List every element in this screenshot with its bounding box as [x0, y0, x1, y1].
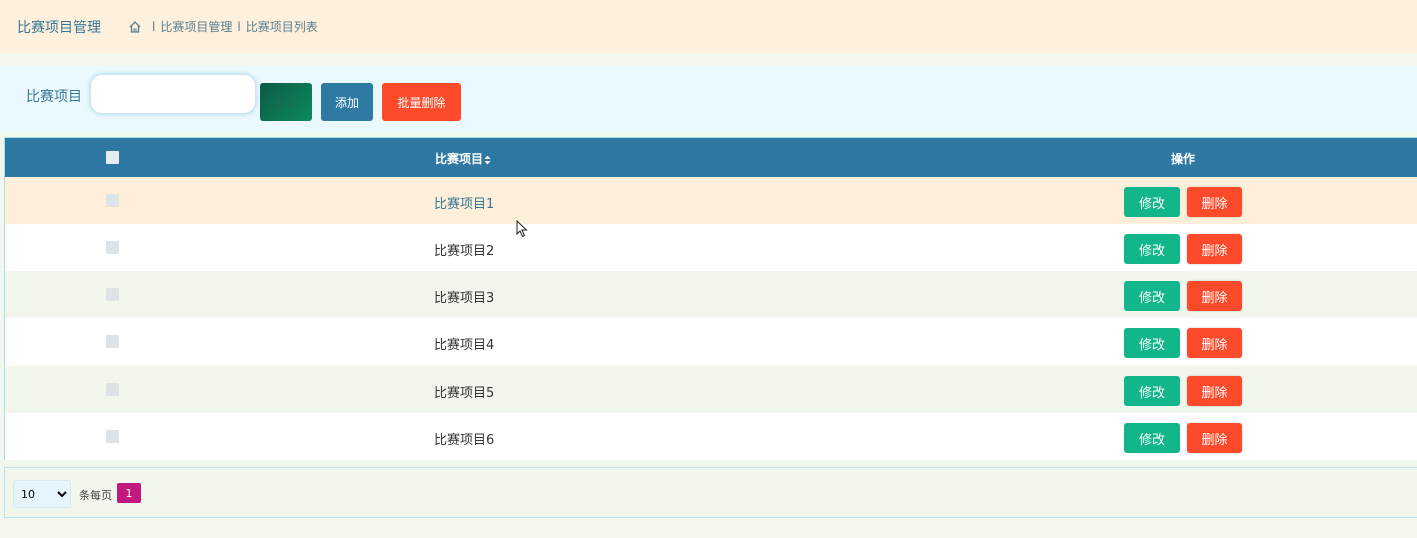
- row-name: 比赛项目5: [434, 386, 495, 401]
- delete-button[interactable]: 删除: [1187, 328, 1242, 358]
- search-input[interactable]: [90, 74, 256, 114]
- row-name: 比赛项目4: [434, 338, 495, 353]
- delete-button[interactable]: 删除: [1187, 376, 1242, 406]
- row-checkbox[interactable]: [106, 383, 119, 396]
- edit-button[interactable]: 修改: [1124, 376, 1180, 406]
- batch-delete-button[interactable]: 批量删除: [382, 83, 461, 121]
- row-checkbox[interactable]: [106, 335, 119, 348]
- row-checkbox[interactable]: [106, 288, 119, 301]
- row-name: 比赛项目3: [434, 291, 495, 306]
- select-all-checkbox[interactable]: [106, 151, 119, 164]
- column-header-name[interactable]: 比赛项目: [435, 150, 491, 167]
- top-bar: 比赛项目管理 l 比赛项目管理 l 比赛项目列表: [0, 0, 1417, 53]
- table-header: 比赛项目 操作: [5, 138, 1417, 177]
- edit-button[interactable]: 修改: [1124, 234, 1180, 264]
- edit-button[interactable]: 修改: [1124, 423, 1180, 453]
- per-page-label: 条每页: [79, 489, 112, 502]
- table-row: 比赛项目4 修改 删除: [5, 318, 1417, 365]
- add-button[interactable]: 添加: [321, 83, 373, 121]
- row-checkbox[interactable]: [106, 241, 119, 254]
- breadcrumb-item-management[interactable]: 比赛项目管理: [160, 18, 232, 35]
- page-size-select[interactable]: 10: [13, 480, 71, 508]
- column-header-actions: 操作: [1171, 152, 1196, 166]
- query-button[interactable]: 查询: [260, 83, 312, 121]
- row-checkbox[interactable]: [106, 430, 119, 443]
- breadcrumb-separator: l: [237, 19, 241, 34]
- breadcrumb-separator: l: [152, 19, 156, 34]
- delete-button[interactable]: 删除: [1187, 423, 1242, 453]
- table-row: 比赛项目1 修改 删除: [5, 177, 1417, 224]
- row-name: 比赛项目2: [434, 244, 495, 259]
- row-name: 比赛项目1: [434, 197, 495, 212]
- sort-icon[interactable]: [484, 154, 491, 164]
- data-table: 比赛项目 操作 比赛项目1 修改 删除 比赛项目2 修改 删除 比赛项目3 修改…: [4, 137, 1417, 460]
- search-bar: 比赛项目 查询 添加 批量删除: [0, 66, 1417, 132]
- page-title: 比赛项目管理: [17, 19, 101, 36]
- table-row: 比赛项目2 修改 删除: [5, 224, 1417, 271]
- column-header-name-label: 比赛项目: [435, 152, 484, 166]
- pagination: 10 条每页 1: [4, 467, 1417, 518]
- home-icon[interactable]: [128, 20, 142, 34]
- page-number-button[interactable]: 1: [117, 483, 141, 503]
- table-row: 比赛项目6 修改 删除: [5, 413, 1417, 460]
- edit-button[interactable]: 修改: [1124, 187, 1180, 217]
- table-row: 比赛项目5 修改 删除: [5, 366, 1417, 413]
- mouse-cursor-icon: [516, 220, 528, 238]
- breadcrumb-item-list: 比赛项目列表: [245, 20, 318, 34]
- row-checkbox[interactable]: [106, 194, 119, 207]
- delete-button[interactable]: 删除: [1187, 234, 1242, 264]
- row-name: 比赛项目6: [434, 433, 495, 448]
- delete-button[interactable]: 删除: [1187, 187, 1242, 217]
- edit-button[interactable]: 修改: [1124, 328, 1180, 358]
- search-label: 比赛项目: [26, 89, 82, 105]
- breadcrumb: l 比赛项目管理 l 比赛项目列表: [128, 18, 318, 35]
- table-row: 比赛项目3 修改 删除: [5, 271, 1417, 318]
- edit-button[interactable]: 修改: [1124, 281, 1180, 311]
- delete-button[interactable]: 删除: [1187, 281, 1242, 311]
